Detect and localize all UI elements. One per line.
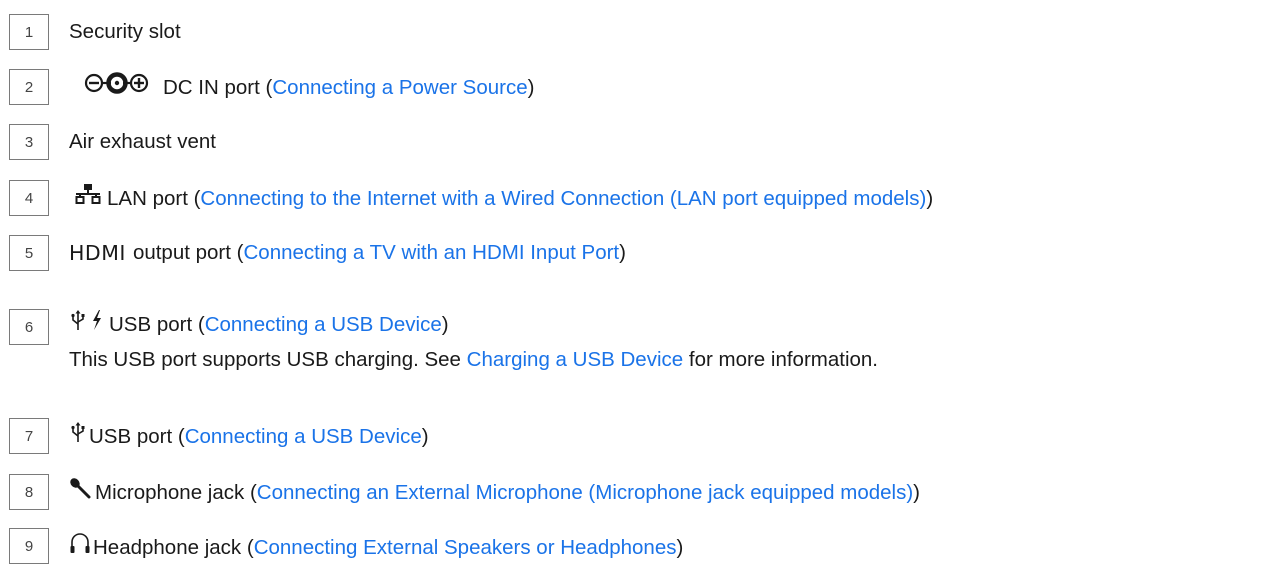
link-wired-connection[interactable]: Connecting to the Internet with a Wired …: [200, 184, 926, 214]
usb-icon: [71, 309, 85, 340]
item-suffix: ): [441, 312, 449, 336]
link-external-speakers-headphones[interactable]: Connecting External Speakers or Headphon…: [254, 533, 677, 563]
item-number: 1: [9, 14, 49, 50]
note-suffix: for more information.: [683, 348, 878, 371]
item-number: 3: [9, 124, 49, 160]
microphone-icon: [69, 477, 91, 508]
link-connecting-usb-device[interactable]: Connecting a USB Device: [205, 310, 442, 340]
link-external-microphone[interactable]: Connecting an External Microphone (Micro…: [257, 478, 913, 508]
item-suffix: ): [619, 241, 626, 264]
item-suffix: ): [421, 424, 429, 448]
usb-icon: [71, 421, 85, 452]
item-suffix: ): [926, 186, 934, 210]
headphone-icon: [69, 531, 91, 564]
item-number: 5: [9, 235, 49, 271]
item-suffix: ): [676, 535, 684, 559]
link-connecting-tv-hdmi[interactable]: Connecting a TV with an HDMI Input Port: [243, 238, 619, 268]
item-number: 7: [9, 418, 49, 454]
item-suffix: ): [527, 75, 535, 99]
link-connecting-usb-device[interactable]: Connecting a USB Device: [185, 422, 422, 452]
link-charging-usb-device[interactable]: Charging a USB Device: [467, 348, 684, 371]
item-number: 2: [9, 69, 49, 105]
item-text: Microphone jack (: [95, 480, 257, 504]
item-number: 9: [9, 528, 49, 564]
note-text: This USB port supports USB charging. See: [69, 348, 467, 371]
hdmi-label: HDMI: [69, 241, 126, 265]
item-text: USB port (: [109, 312, 205, 336]
item-number: 4: [9, 180, 49, 216]
dc-in-polarity-icon: [83, 72, 151, 103]
item-text: Security slot: [69, 20, 181, 43]
item-text: Headphone jack (: [93, 535, 254, 559]
item-number: 6: [9, 309, 49, 345]
item-number: 8: [9, 474, 49, 510]
link-connecting-power-source[interactable]: Connecting a Power Source: [272, 73, 527, 103]
item-text: DC IN port (: [163, 75, 273, 99]
item-text: output port (: [132, 241, 244, 264]
item-text: LAN port (: [107, 186, 201, 210]
item-text: Air exhaust vent: [69, 130, 216, 153]
lan-icon: [75, 183, 101, 214]
item-suffix: ): [913, 480, 920, 504]
lightning-icon: [91, 309, 103, 340]
item-text: USB port (: [89, 424, 185, 448]
